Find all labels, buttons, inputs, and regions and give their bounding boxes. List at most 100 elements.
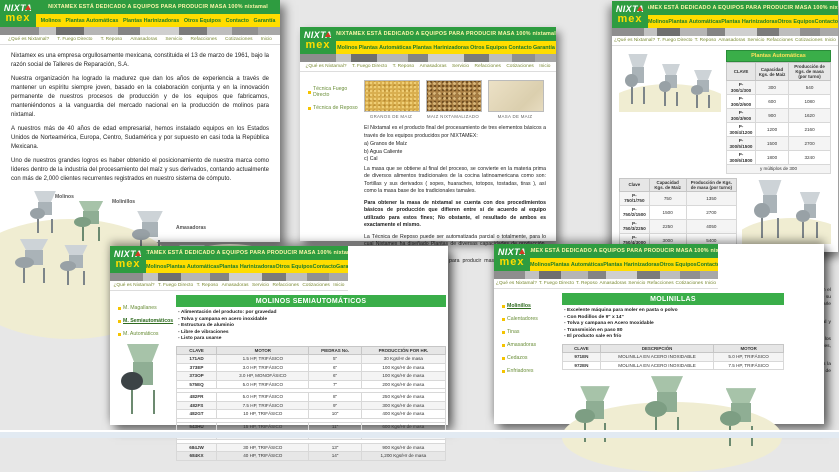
nav-contacto[interactable]: Contacto: [226, 18, 249, 24]
subnav-inicio[interactable]: Inicio: [539, 64, 550, 69]
subnav-t-reposo[interactable]: T. Reposo: [576, 281, 598, 286]
collage-label-molinillos[interactable]: Molinillos: [112, 199, 135, 205]
subnav-cotizaciones[interactable]: Cotizaciones: [795, 38, 822, 43]
subnav-amasadoras[interactable]: Amasadoras: [222, 283, 249, 288]
subnav-t-fuego-directo[interactable]: T. Fuego Directo: [352, 64, 387, 69]
clave-link[interactable]: P-300/1/300: [727, 81, 756, 95]
clave-link[interactable]: 171AD: [177, 355, 217, 364]
nav-plantas-automaticas[interactable]: Plantas Automáticas: [166, 264, 219, 270]
subnav-inicio[interactable]: Inicio: [705, 281, 716, 286]
nav-molinos[interactable]: Molinos: [146, 264, 166, 270]
clave-link[interactable]: 684KX: [177, 452, 217, 461]
clave-link[interactable]: 971EN: [563, 353, 601, 362]
nav-plantas-automaticas[interactable]: Plantas Automáticas: [668, 19, 721, 25]
clave-link[interactable]: 482FR: [177, 393, 217, 402]
subnav-t-fuego-directo[interactable]: T. Fuego Directo: [657, 38, 692, 43]
collage-label-amasadoras[interactable]: Amasadoras: [176, 225, 206, 231]
sidebar-item-amasadoras[interactable]: Amasadoras: [502, 342, 562, 348]
nav-garantia[interactable]: Garantía: [254, 18, 276, 24]
subnav-inicio[interactable]: Inicio: [333, 283, 344, 288]
subnav-t-reposo[interactable]: T. Reposo: [197, 283, 219, 288]
clave-link[interactable]: P-750/3/2250: [620, 219, 650, 233]
nixtamex-logo[interactable]: NIXTA mex: [494, 244, 530, 271]
subnav-cotizaciones[interactable]: Cotizaciones: [676, 281, 703, 286]
clave-link[interactable]: 373OP: [177, 372, 217, 381]
subnav-refacciones[interactable]: Refacciones: [767, 38, 793, 43]
subnav-que-es-nixtamal[interactable]: ¿Qué es Nixtamal?: [305, 64, 346, 69]
nav-contacto[interactable]: Contacto: [313, 264, 336, 270]
subnav-t-fuego-directo[interactable]: T. Fuego Directo: [539, 281, 574, 286]
nav-garantia[interactable]: Garantía: [533, 45, 555, 51]
nav-plantas-automaticas[interactable]: Plantas Automáticas: [66, 18, 119, 24]
subnav-refacciones[interactable]: Refacciones: [273, 283, 299, 288]
nav-contacto[interactable]: Contacto: [697, 262, 718, 268]
subnav-inicio[interactable]: Inicio: [261, 37, 272, 42]
collage-label-molinos[interactable]: Molinos: [55, 194, 74, 200]
clave-link[interactable]: P-750/1/750: [620, 191, 650, 205]
subnav-servicio[interactable]: Servicio: [628, 281, 645, 286]
subnav-amasadoras[interactable]: Amasadoras: [599, 281, 626, 286]
nav-plantas-harinizadoras[interactable]: Plantas Harinizadoras: [413, 45, 469, 51]
clave-link[interactable]: 482GT: [177, 410, 217, 419]
clave-link[interactable]: P-750/2/1500: [620, 205, 650, 219]
nav-otros-equipos[interactable]: Otros Equipos: [778, 19, 815, 25]
subnav-amasadoras[interactable]: Amasadoras: [130, 37, 157, 42]
subnav-servicio[interactable]: Servicio: [747, 38, 764, 43]
nav-garantia[interactable]: Garantía: [336, 264, 348, 270]
clave-link[interactable]: P-300/3/900: [727, 109, 756, 123]
subnav-que-es-nixtamal[interactable]: ¿Qué es Nixtamal?: [8, 37, 49, 42]
nav-otros-equipos[interactable]: Otros Equipos: [660, 262, 697, 268]
sidebar-item-tecnica-fuego-directo[interactable]: Técnica Fuego Directo: [308, 86, 364, 98]
nav-plantas-harinizadoras[interactable]: Plantas Harinizadoras: [219, 264, 275, 270]
subnav-refacciones[interactable]: Refacciones: [191, 37, 217, 42]
subnav-amasadoras[interactable]: Amasadoras: [718, 38, 745, 43]
nav-molinos[interactable]: Molinos: [648, 19, 668, 25]
sidebar-item-m-magallanes[interactable]: M. Magallanes: [118, 305, 176, 311]
molinillos-photo[interactable]: [72, 201, 110, 241]
sidebar-item-tinas[interactable]: Tinas: [502, 329, 562, 335]
subnav-que-es-nixtamal[interactable]: ¿Qué es Nixtamal?: [614, 38, 655, 43]
subnav-cotizaciones[interactable]: Cotizaciones: [225, 37, 252, 42]
subnav-t-fuego-directo[interactable]: T. Fuego Directo: [57, 37, 92, 42]
nixtamex-logo[interactable]: NIXTA mex: [110, 246, 146, 273]
nav-contacto[interactable]: Contacto: [508, 45, 531, 51]
nixtamex-logo[interactable]: NIXTA mex: [612, 1, 648, 28]
plantas-photo[interactable]: [12, 239, 56, 283]
nav-plantas-harinizadoras[interactable]: Plantas Harinizadoras: [123, 18, 179, 24]
nav-molinos[interactable]: Molinos: [337, 45, 357, 51]
subnav-t-reposo[interactable]: T. Reposo: [101, 37, 123, 42]
nixtamex-logo[interactable]: NIXTA mex: [300, 27, 336, 54]
nav-plantas-automaticas[interactable]: Plantas Automáticas: [359, 45, 412, 51]
nav-contacto[interactable]: Contacto: [815, 19, 838, 25]
subnav-t-reposo[interactable]: T. Reposo: [695, 38, 717, 43]
clave-link[interactable]: P-300/6/1800: [727, 151, 756, 165]
clave-link[interactable]: 373EP: [177, 363, 217, 372]
clave-link[interactable]: 482FS: [177, 401, 217, 410]
subnav-cotizaciones[interactable]: Cotizaciones: [302, 283, 329, 288]
subnav-inicio[interactable]: Inicio: [825, 38, 836, 43]
sidebar-item-cedazos[interactable]: Cedazos: [502, 355, 562, 361]
nav-molinos[interactable]: Molinos: [41, 18, 61, 24]
sidebar-item-m-semiautomaticos[interactable]: M. Semiautomáticos: [118, 318, 176, 324]
nav-plantas-harinizadoras[interactable]: Plantas Harinizadoras: [603, 262, 659, 268]
plantas-photo[interactable]: [58, 245, 94, 285]
subnav-que-es-nixtamal[interactable]: ¿Qué es Nixtamal?: [113, 283, 154, 288]
clave-link[interactable]: 972EN: [563, 361, 601, 370]
nav-otros-equipos[interactable]: Otros Equipos: [184, 18, 221, 24]
clave-link[interactable]: 684JW: [177, 443, 217, 452]
nav-plantas-automaticas[interactable]: Plantas Automáticas: [550, 262, 603, 268]
nav-plantas-harinizadoras[interactable]: Plantas Harinizadoras: [721, 19, 777, 25]
nav-otros-equipos[interactable]: Otros Equipos: [470, 45, 507, 51]
subnav-t-reposo[interactable]: T. Reposo: [393, 64, 415, 69]
subnav-servicio[interactable]: Servicio: [165, 37, 182, 42]
clave-link[interactable]: 575EQ: [177, 380, 217, 389]
sidebar-item-calentadores[interactable]: Calentadores: [502, 316, 562, 322]
nav-otros-equipos[interactable]: Otros Equipos: [276, 264, 313, 270]
subnav-servicio[interactable]: Servicio: [452, 64, 469, 69]
sidebar-item-m-automaticos[interactable]: M. Automáticos: [118, 331, 176, 337]
subnav-refacciones[interactable]: Refacciones: [647, 281, 673, 286]
sidebar-item-tecnica-de-reposo[interactable]: Técnica de Reposo: [308, 105, 364, 111]
clave-link[interactable]: P-300/2/600: [727, 95, 756, 109]
sidebar-item-enfriadores[interactable]: Enfriadores: [502, 368, 562, 374]
clave-link[interactable]: P-300/4/1200: [727, 123, 756, 137]
